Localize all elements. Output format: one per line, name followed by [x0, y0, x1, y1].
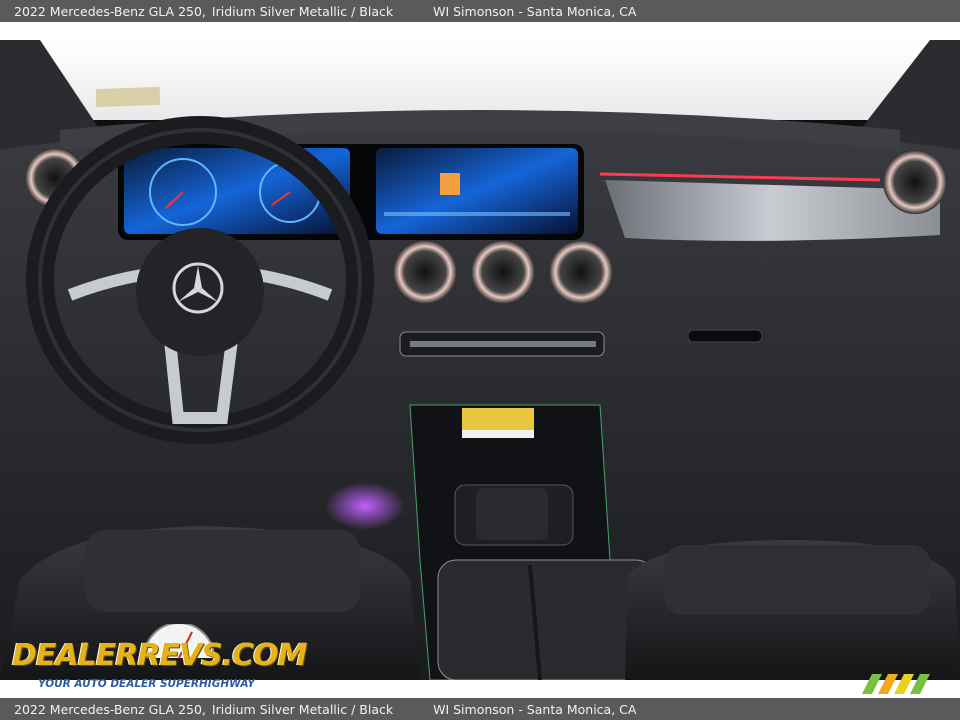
- dealerrevs-watermark: DEALERREVS.COM YOUR AUTO DEALER SUPERHIG…: [12, 624, 308, 694]
- caption-dealer-bottom: WI Simonson - Santa Monica, CA: [433, 701, 637, 717]
- inspection-sticker: [95, 86, 161, 108]
- stripe-badge-icon: [862, 674, 930, 694]
- vehicle-photo: [0, 40, 960, 680]
- infotainment-screen: [376, 148, 578, 234]
- ambient-footwell-glow: [325, 482, 405, 530]
- vent-right: [883, 150, 947, 214]
- caption-dealer: WI Simonson - Santa Monica, CA: [433, 3, 637, 19]
- armrest: [437, 559, 655, 680]
- center-vents: [393, 240, 613, 304]
- caption-color: Iridium Silver Metallic / Black: [211, 3, 394, 19]
- warning-label: [462, 408, 534, 430]
- glovebox-handle: [687, 329, 763, 343]
- caption-bar-bottom: 2022 Mercedes-Benz GLA 250, Iridium Silv…: [0, 698, 960, 720]
- interior-illustration: [0, 40, 960, 680]
- caption-color-bottom: Iridium Silver Metallic / Black: [211, 701, 394, 717]
- dealerrevs-logo: DEALERREVS.COM: [12, 638, 308, 673]
- caption-bar-top: 2022 Mercedes-Benz GLA 250, Iridium Silv…: [0, 0, 960, 22]
- caption-vehicle-bottom: 2022 Mercedes-Benz GLA 250,: [14, 701, 206, 717]
- dealerrevs-tagline: YOUR AUTO DEALER SUPERHIGHWAY: [38, 678, 255, 690]
- windshield: [0, 40, 960, 120]
- caption-vehicle: 2022 Mercedes-Benz GLA 250,: [14, 3, 206, 19]
